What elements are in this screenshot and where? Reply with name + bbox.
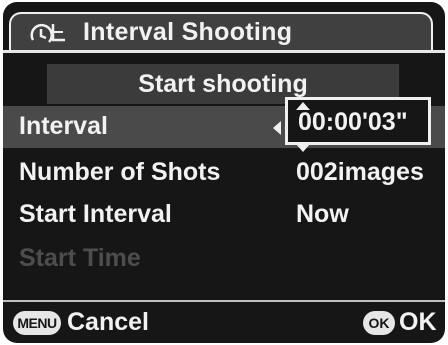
setting-value: Now xyxy=(296,200,349,228)
menu-title-tab: Interval Shooting xyxy=(9,12,433,52)
menu-button-icon[interactable]: MENU xyxy=(13,311,61,335)
down-arrow-icon[interactable] xyxy=(296,144,310,152)
page-title: Interval Shooting xyxy=(83,18,293,46)
setting-row-start-interval[interactable]: Start Interval Now xyxy=(3,194,445,236)
setting-row-start-time: Start Time xyxy=(3,238,445,280)
setting-label: Start Time xyxy=(19,244,141,272)
ok-button-icon[interactable]: OK xyxy=(363,311,395,335)
setting-label: Number of Shots xyxy=(19,158,221,186)
interval-timer-icon xyxy=(30,23,65,43)
ok-label: OK xyxy=(399,308,437,336)
title-divider xyxy=(3,50,445,53)
setting-label: Start Interval xyxy=(19,200,172,228)
camera-menu-screen: Interval Shooting Start shooting Interva… xyxy=(3,2,445,343)
footer-divider xyxy=(3,300,445,302)
setting-row-number-of-shots[interactable]: Number of Shots 002images xyxy=(3,152,445,194)
footer-bar: MENU Cancel OK OK xyxy=(3,304,445,342)
up-arrow-icon[interactable] xyxy=(296,102,310,110)
setting-value: 002images xyxy=(296,158,424,186)
cancel-label: Cancel xyxy=(67,308,149,336)
setting-label: Interval xyxy=(19,112,108,140)
interval-value: 00:00'03" xyxy=(298,108,408,136)
left-arrow-icon[interactable] xyxy=(273,121,281,135)
